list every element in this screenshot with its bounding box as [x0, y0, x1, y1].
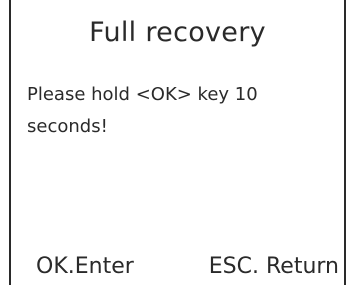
dialog-message: Please hold <OK> key 10 seconds! — [27, 84, 258, 137]
dialog-title: Full recovery — [89, 17, 266, 48]
device-screen: Full recovery Please hold <OK> key 10 se… — [9, 0, 346, 285]
esc-return-hint[interactable]: ESC. Return — [209, 254, 339, 279]
ok-enter-hint[interactable]: OK.Enter — [36, 254, 134, 279]
